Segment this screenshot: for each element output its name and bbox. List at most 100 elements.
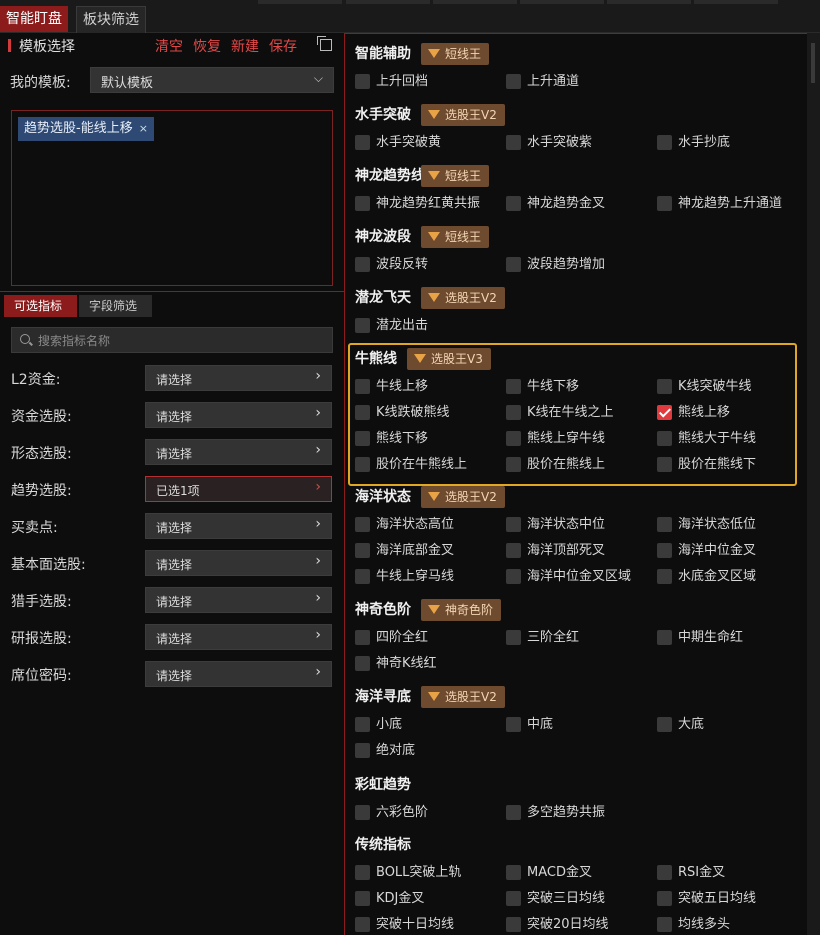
- filter-label: 猎手选股:: [11, 594, 72, 610]
- search-input[interactable]: [36, 331, 330, 351]
- tab-sector-filter[interactable]: 板块筛选: [76, 6, 146, 33]
- checkbox-icon[interactable]: [355, 457, 370, 472]
- indicator-label: 牛线下移: [527, 379, 580, 394]
- checkbox-icon[interactable]: [506, 917, 521, 932]
- filter-select-button[interactable]: 请选择 ›: [145, 439, 332, 465]
- chevron-right-icon: ›: [315, 405, 321, 421]
- indicator-label: 多空趋势共振: [527, 805, 606, 820]
- checkbox-icon[interactable]: [506, 196, 521, 211]
- filter-row: 基本面选股: 请选择 ›: [0, 550, 344, 576]
- checkbox-icon[interactable]: [355, 569, 370, 584]
- indicator-label: 突破十日均线: [376, 917, 455, 932]
- checkbox-icon[interactable]: [355, 630, 370, 645]
- filter-select-button[interactable]: 请选择 ›: [145, 402, 332, 428]
- checkbox-icon[interactable]: [355, 917, 370, 932]
- checkbox-icon[interactable]: [506, 569, 521, 584]
- filter-select-button[interactable]: 请选择 ›: [145, 624, 332, 650]
- checkbox-icon[interactable]: [355, 543, 370, 558]
- checkbox-icon[interactable]: [506, 517, 521, 532]
- selected-tag-label: 趋势选股-能线上移: [24, 121, 133, 136]
- checkbox-icon[interactable]: [657, 865, 672, 880]
- checkbox-icon[interactable]: [355, 517, 370, 532]
- checkbox-icon[interactable]: [355, 318, 370, 333]
- scrollbar[interactable]: [807, 33, 820, 935]
- checkbox-icon[interactable]: [355, 405, 370, 420]
- checkbox-icon[interactable]: [506, 257, 521, 272]
- filter-select-button[interactable]: 请选择 ›: [145, 365, 332, 391]
- checkbox-icon[interactable]: [355, 257, 370, 272]
- checkbox-icon[interactable]: [657, 717, 672, 732]
- tab-available-indicators[interactable]: 可选指标: [4, 295, 77, 317]
- group-title: 传统指标: [355, 837, 411, 853]
- checkbox-icon[interactable]: [506, 379, 521, 394]
- indicator-label: 熊线上穿牛线: [527, 431, 606, 446]
- checkbox-icon[interactable]: [506, 135, 521, 150]
- checkbox-icon[interactable]: [355, 196, 370, 211]
- checkbox-icon[interactable]: [657, 543, 672, 558]
- checkbox-icon[interactable]: [657, 569, 672, 584]
- group-title: 牛熊线: [355, 351, 397, 367]
- checkbox-icon[interactable]: [657, 517, 672, 532]
- checkbox-icon[interactable]: [506, 891, 521, 906]
- checkbox-icon[interactable]: [355, 656, 370, 671]
- filter-select-button[interactable]: 请选择 ›: [145, 587, 332, 613]
- checkbox-icon[interactable]: [355, 135, 370, 150]
- checkbox-icon[interactable]: [657, 379, 672, 394]
- filter-select-button[interactable]: 已选1项 ›: [145, 476, 332, 502]
- filter-label: L2资金:: [11, 372, 61, 388]
- checkbox-icon[interactable]: [506, 74, 521, 89]
- checkbox-icon[interactable]: [506, 457, 521, 472]
- checkbox-icon[interactable]: [657, 196, 672, 211]
- checkbox-icon[interactable]: [506, 405, 521, 420]
- checkbox-icon[interactable]: [657, 917, 672, 932]
- indicator-label: 牛线上移: [376, 379, 429, 394]
- filter-row: L2资金: 请选择 ›: [0, 365, 344, 391]
- tab-smart-monitor[interactable]: 智能盯盘: [0, 6, 68, 32]
- filter-select-button[interactable]: 请选择 ›: [145, 661, 332, 687]
- version-badge: 短线王: [421, 226, 490, 248]
- new-button[interactable]: 新建: [231, 39, 259, 55]
- checkbox-icon[interactable]: [506, 805, 521, 820]
- filter-value: 请选择: [156, 410, 193, 424]
- checkbox-icon[interactable]: [657, 891, 672, 906]
- indicator-label: 突破三日均线: [527, 891, 606, 906]
- indicator-search[interactable]: [11, 327, 333, 353]
- checkbox-icon[interactable]: [355, 74, 370, 89]
- checkbox-icon[interactable]: [355, 379, 370, 394]
- checkbox-icon[interactable]: [657, 457, 672, 472]
- chevron-right-icon: ›: [315, 553, 321, 569]
- checkbox-icon[interactable]: [355, 743, 370, 758]
- clear-button[interactable]: 清空: [155, 39, 183, 55]
- checkbox-icon[interactable]: [657, 431, 672, 446]
- indicator-label: 潜龙出击: [376, 318, 429, 333]
- copy-icon[interactable]: [317, 36, 332, 51]
- indicator-label: K线跌破熊线: [376, 405, 450, 420]
- filter-select-button[interactable]: 请选择 ›: [145, 550, 332, 576]
- filter-select-button[interactable]: 请选择 ›: [145, 513, 332, 539]
- restore-button[interactable]: 恢复: [193, 39, 221, 55]
- checkbox-checked-icon[interactable]: [657, 405, 672, 420]
- top-tab-bar: 智能盯盘 板块筛选: [0, 0, 820, 33]
- tab-field-filter[interactable]: 字段筛选: [79, 295, 152, 317]
- indicator-label: 海洋底部金叉: [376, 543, 455, 558]
- checkbox-icon[interactable]: [506, 865, 521, 880]
- checkbox-icon[interactable]: [657, 630, 672, 645]
- template-title: 模板选择: [19, 39, 75, 55]
- checkbox-icon[interactable]: [355, 431, 370, 446]
- checkbox-icon[interactable]: [506, 431, 521, 446]
- template-select[interactable]: 默认模板 ⌵: [90, 67, 334, 93]
- remove-tag-icon[interactable]: ×: [139, 122, 148, 135]
- checkbox-icon[interactable]: [355, 865, 370, 880]
- checkbox-icon[interactable]: [506, 630, 521, 645]
- save-button[interactable]: 保存: [269, 39, 297, 55]
- checkbox-icon[interactable]: [506, 543, 521, 558]
- checkbox-icon[interactable]: [657, 135, 672, 150]
- checkbox-icon[interactable]: [355, 717, 370, 732]
- checkbox-icon[interactable]: [355, 805, 370, 820]
- indicator-label: 熊线下移: [376, 431, 429, 446]
- filter-value: 请选择: [156, 558, 193, 572]
- checkbox-icon[interactable]: [506, 717, 521, 732]
- indicator-label: 大底: [678, 717, 705, 732]
- checkbox-icon[interactable]: [355, 891, 370, 906]
- indicator-label: 海洋状态高位: [376, 517, 455, 532]
